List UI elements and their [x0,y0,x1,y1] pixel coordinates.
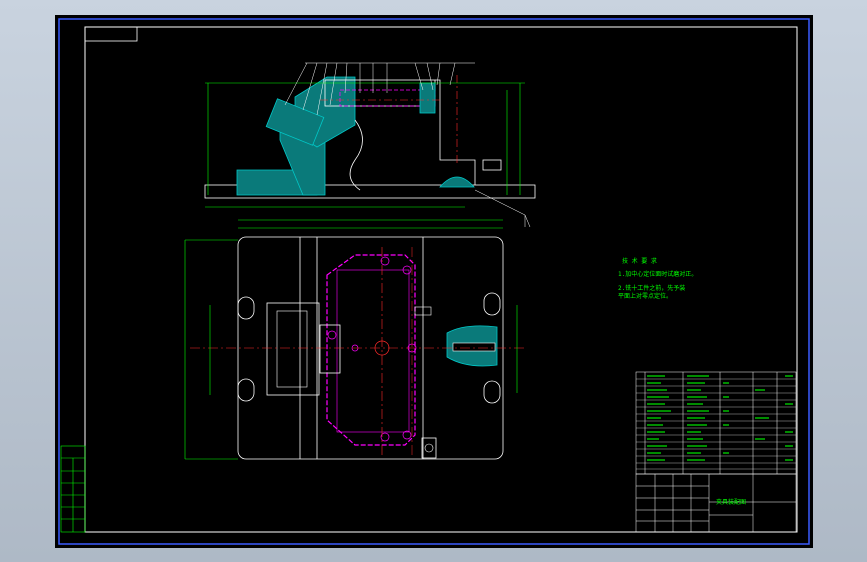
notes-title: 技 术 要 求 [622,258,657,265]
parts-list [635,371,797,475]
front-leader-right [474,189,531,228]
plan-workpiece [336,269,410,433]
front-support-pin [439,176,475,188]
notes-line-1: 1.加中心定位面时试磨对正。 [618,271,698,278]
technical-notes: 技 术 要 求 1.加中心定位面时试磨对正。 2.铣十工件之前，先予装 平面上对… [618,258,758,301]
front-right-column [435,79,476,185]
notes-line-2: 2.铣十工件之前，先予装 [618,285,686,292]
plan-bottom-bushing [421,437,437,459]
front-small-block [482,159,502,171]
plan-left-slot-block [266,302,320,396]
front-view [204,62,536,228]
front-break-line [349,119,363,191]
plan-holes [327,256,417,442]
notes-line-3: 平面上对零点定位。 [618,293,673,300]
corner-label-box [84,26,138,42]
drawing-title: 夹具装配图 [715,499,746,506]
top-view [184,219,525,460]
cad-viewport[interactable]: 技 术 要 求 1.加中心定位面时试磨对正。 2.铣十工件之前，先予装 平面上对… [55,15,813,548]
revision-strip [60,445,86,533]
